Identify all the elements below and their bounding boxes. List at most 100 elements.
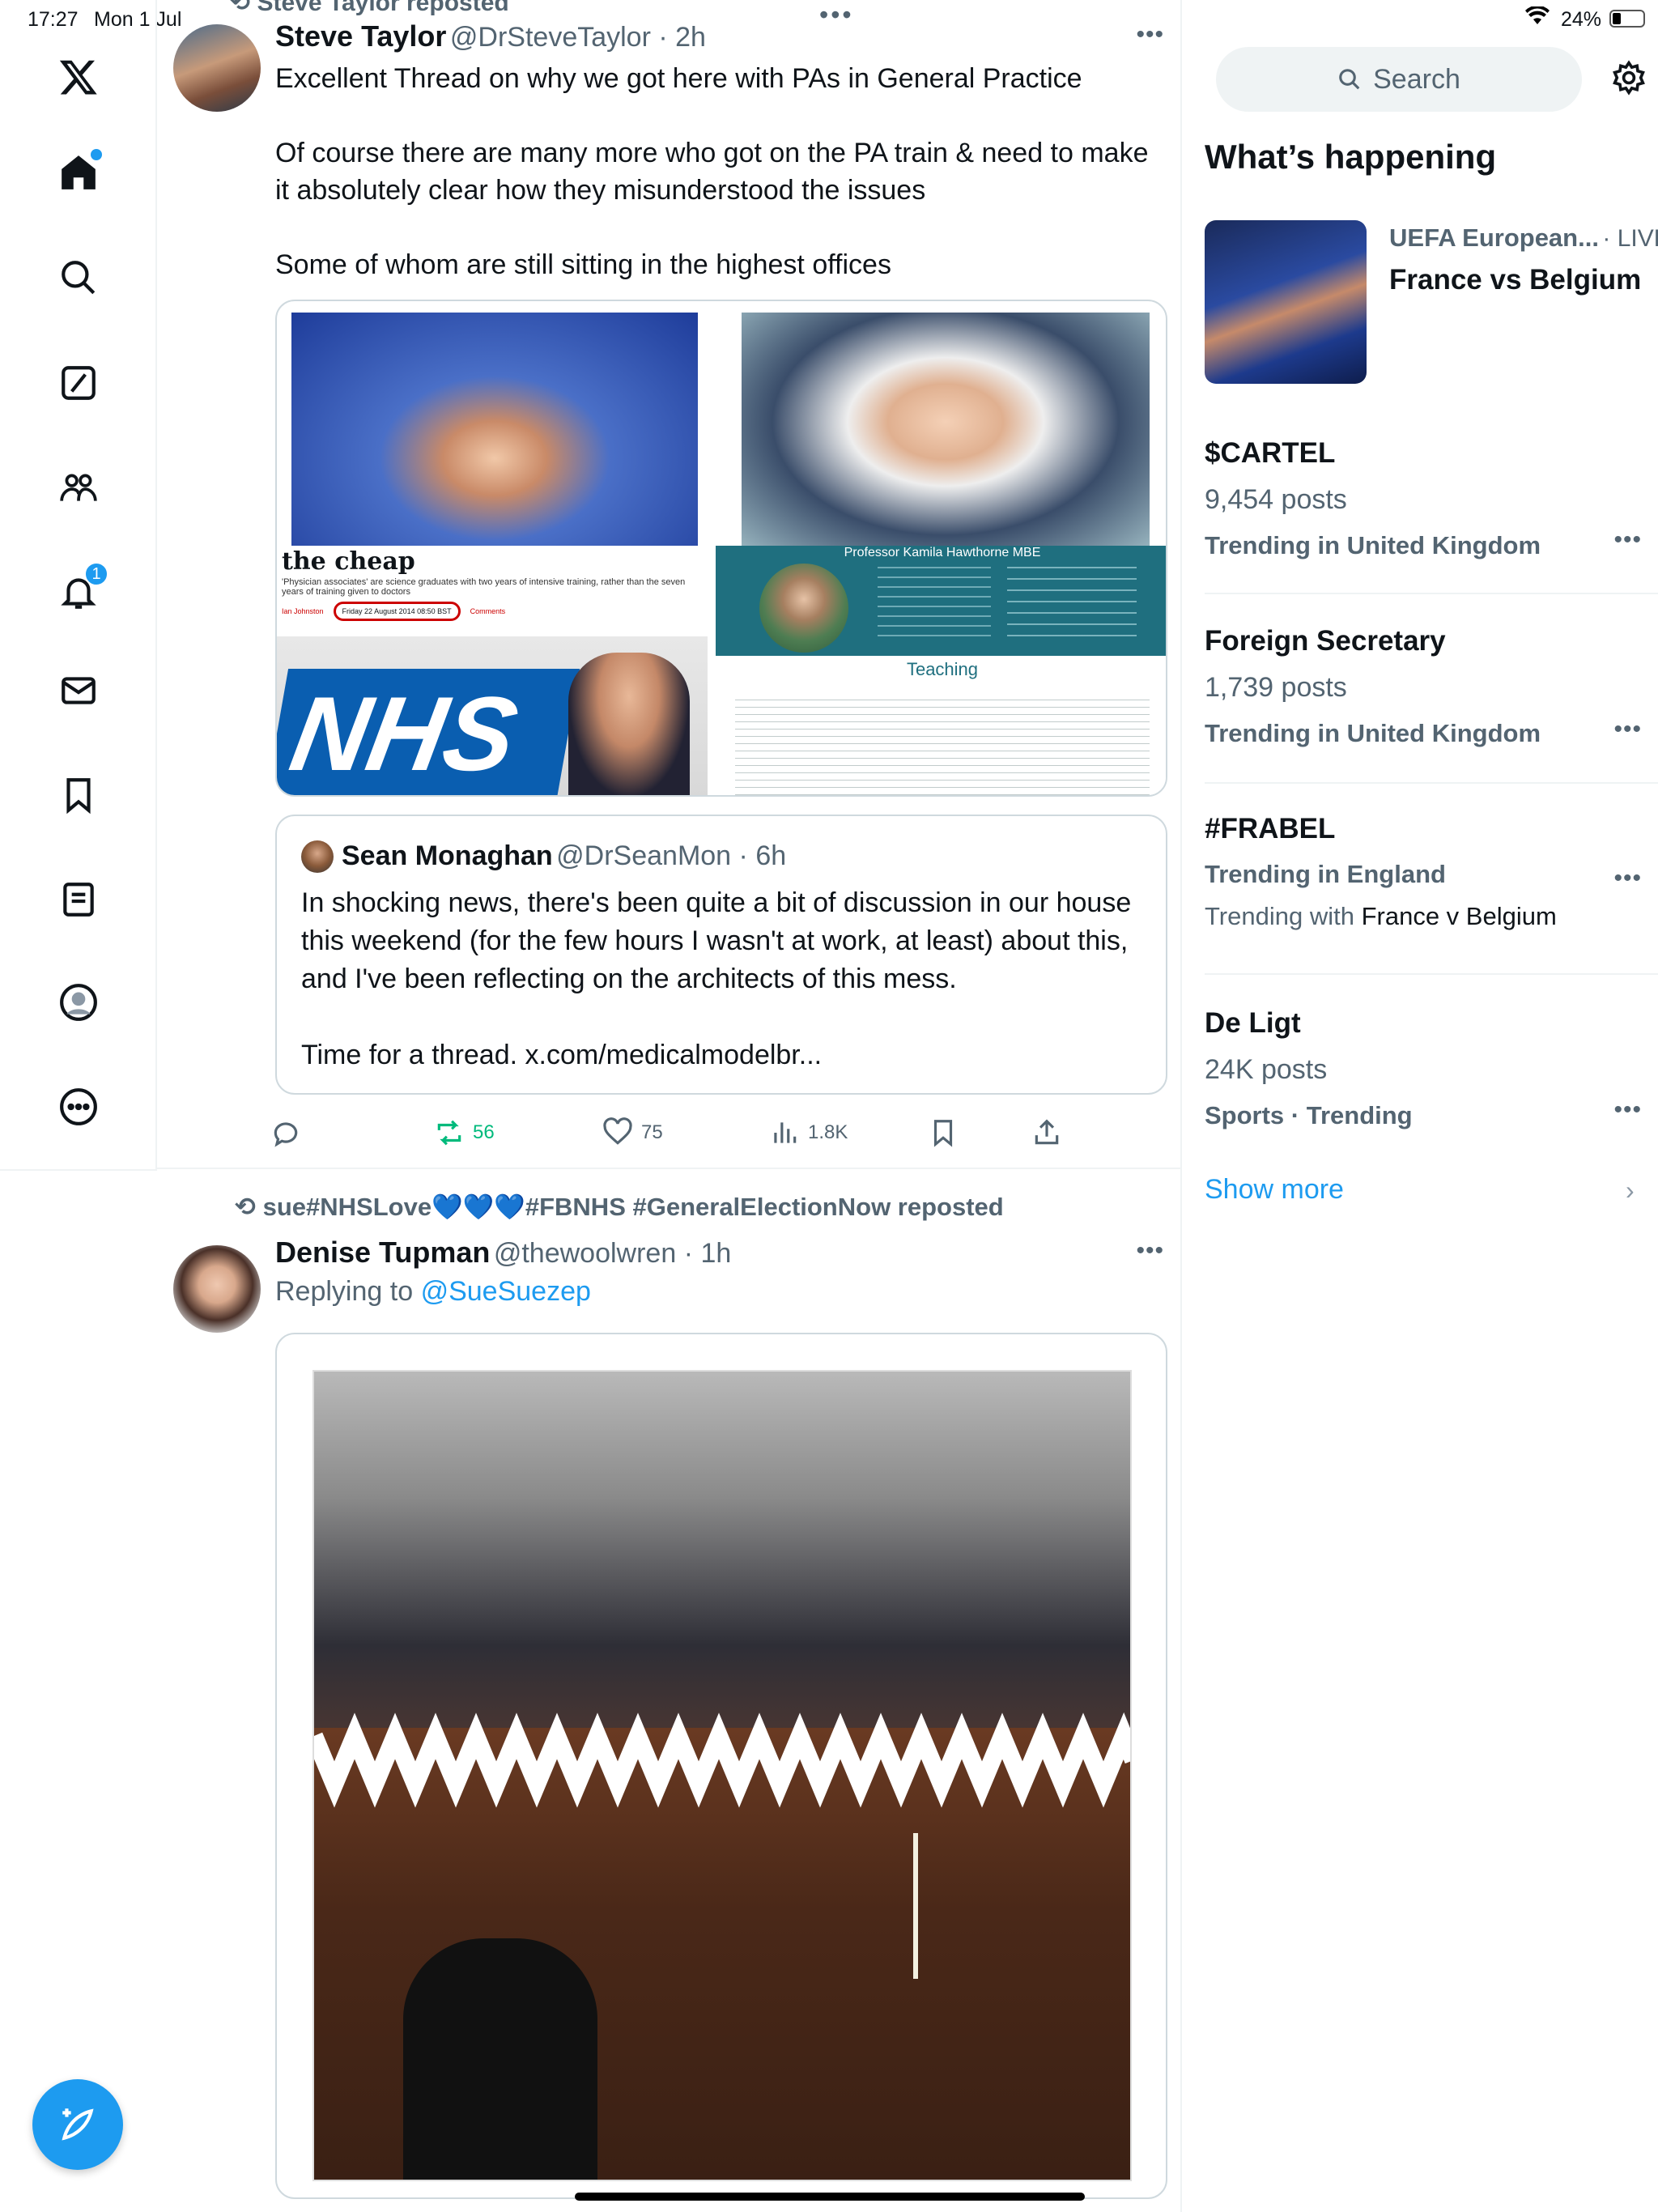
trend-context: Trending in England (1205, 860, 1446, 888)
clipping-author: Ian Johnston (282, 607, 324, 615)
quote-avatar[interactable] (301, 840, 334, 873)
retweet-icon: ⟲ (235, 1193, 263, 1221)
trend-title: Foreign Secretary (1205, 625, 1446, 657)
views-button[interactable]: 1.8K (769, 1117, 848, 1148)
media-clipping[interactable]: the cheap 'Physician associates' are sci… (277, 546, 708, 795)
trend-item[interactable]: ••• Foreign Secretary 1,739 posts Trendi… (1205, 594, 1658, 784)
tweet-divider (157, 1168, 1182, 1169)
media-person (568, 653, 690, 795)
tweet-time[interactable]: 1h (700, 1238, 731, 1269)
featured-title: France vs Belgium (1389, 264, 1642, 296)
quote-tweet[interactable]: Sean Monaghan @DrSeanMon · 6h In shockin… (275, 815, 1167, 1095)
author-name[interactable]: Steve Taylor (275, 19, 446, 53)
retweet-icon: ⟲ (230, 0, 257, 16)
sidebar-nav: 1 (0, 0, 157, 1171)
clipping-comments: Comments (470, 607, 506, 615)
profile-text-block (735, 700, 1150, 795)
zigzag-divider (314, 1712, 1130, 1808)
like-button[interactable]: 75 (602, 1117, 663, 1148)
reply-button[interactable] (270, 1117, 301, 1148)
avatar[interactable] (173, 24, 261, 112)
communities-icon[interactable] (49, 457, 108, 517)
tweet-time[interactable]: 2h (675, 22, 706, 53)
compose-icon[interactable] (32, 2079, 123, 2170)
quote-author-handle[interactable]: @DrSeanMon (556, 840, 731, 871)
trend-context: Trending in United Kingdom (1205, 531, 1541, 559)
avatar[interactable] (173, 1245, 261, 1333)
author-handle[interactable]: @thewoolwren (494, 1238, 676, 1269)
nhs-logo: NHS (277, 669, 580, 795)
meme-candle (913, 1833, 918, 1979)
featured-image[interactable] (1205, 220, 1367, 384)
quote-author-name[interactable]: Sean Monaghan (342, 840, 553, 871)
media-photo-1[interactable] (291, 313, 698, 555)
quote-time[interactable]: 6h (755, 840, 786, 871)
tweet-header-2: Denise Tupman @thewoolwren · 1h (275, 1236, 732, 1269)
trend-item[interactable]: ••• De Ligt 24K posts Sports · Trending (1205, 975, 1658, 1164)
notifications-icon[interactable]: 1 (49, 562, 108, 622)
repost-banner-2: ⟲ sue#NHSLove💙💙💙#FBNHS #GeneralElectionN… (235, 1193, 1004, 1221)
share-button[interactable] (1031, 1117, 1062, 1148)
clipping-subtitle: 'Physician associates' are science gradu… (282, 577, 686, 597)
replying-to: Replying to @SueSuezep (275, 1276, 591, 1307)
trend-title: De Ligt (1205, 1007, 1301, 1039)
profile-header: Professor Kamila Hawthorne MBE (844, 546, 1041, 559)
repost-banner: ⟲ Steve Taylor reposted (230, 0, 509, 17)
grok-icon[interactable] (49, 353, 108, 413)
media-photo-2[interactable] (742, 313, 1150, 555)
featured-category: UEFA European... (1389, 223, 1599, 252)
trend-with: Trending with France v Belgium (1205, 902, 1557, 930)
bookmark-button[interactable] (928, 1117, 959, 1148)
right-sidebar: Search What’s happening UEFA European...… (1182, 0, 1658, 2212)
replying-to-link[interactable]: @SueSuezep (421, 1276, 591, 1307)
tweet-more-icon[interactable]: ••• (1136, 1237, 1164, 1265)
author-name[interactable]: Denise Tupman (275, 1236, 490, 1269)
search-placeholder: Search (1373, 63, 1460, 95)
home-indicator[interactable] (575, 2193, 1085, 2201)
like-count: 75 (641, 1121, 663, 1143)
trend-title: #FRABEL (1205, 813, 1336, 844)
trend-posts: 1,739 posts (1205, 672, 1347, 703)
views-icon (774, 1122, 797, 1143)
trend-posts: 9,454 posts (1205, 484, 1347, 515)
retweet-button[interactable]: 56 (434, 1117, 495, 1148)
trend-context: Sports · Trending (1205, 1101, 1413, 1129)
x-logo-icon[interactable] (49, 47, 108, 107)
search-icon (1339, 69, 1360, 90)
retweet-icon (437, 1120, 461, 1146)
profile-tab: Teaching (906, 659, 979, 679)
show-more-link[interactable]: Show more (1205, 1174, 1344, 1206)
home-dot (91, 149, 102, 160)
tweet-media-grid[interactable]: the cheap 'Physician associates' are sci… (275, 300, 1167, 797)
lists-icon[interactable] (49, 870, 108, 929)
tweet-media[interactable] (275, 1333, 1167, 2199)
search-input[interactable]: Search (1216, 47, 1582, 112)
views-count: 1.8K (808, 1121, 848, 1143)
media-profile-page[interactable]: Professor Kamila Hawthorne MBE Teaching (716, 546, 1166, 795)
featured-event[interactable]: UEFA European... · LIVE France vs Belgiu… (1389, 223, 1658, 296)
profile-photo (759, 564, 848, 653)
bookmarks-icon[interactable] (49, 765, 108, 825)
trend-item[interactable]: ••• #FRABEL Trending in England Trending… (1205, 784, 1658, 975)
tweet-more-icon[interactable]: ••• (1136, 21, 1164, 49)
trend-posts: 24K posts (1205, 1054, 1328, 1085)
meme-image[interactable] (312, 1370, 1132, 2181)
search-icon[interactable] (49, 248, 108, 308)
share-icon (1035, 1119, 1059, 1145)
drag-handle-icon[interactable]: ••• (819, 0, 854, 30)
author-handle[interactable]: @DrSteveTaylor (450, 22, 651, 53)
heart-icon (603, 1117, 632, 1145)
home-icon[interactable] (49, 143, 108, 202)
notification-badge: 1 (84, 562, 108, 586)
trend-title: $CARTEL (1205, 437, 1336, 469)
messages-icon[interactable] (49, 661, 108, 721)
more-icon[interactable] (49, 1077, 108, 1137)
reply-icon (274, 1122, 298, 1147)
trend-item[interactable]: ••• $CARTEL 9,454 posts Trending in Unit… (1205, 405, 1658, 594)
profile-icon[interactable] (49, 972, 108, 1032)
bookmark-icon (933, 1120, 953, 1147)
retweet-count: 56 (473, 1121, 495, 1143)
settings-gear-icon[interactable] (1611, 60, 1647, 100)
clipping-date: Friday 22 August 2014 08:50 BST (333, 602, 461, 621)
chevron-right-icon[interactable]: › (1626, 1176, 1635, 1206)
